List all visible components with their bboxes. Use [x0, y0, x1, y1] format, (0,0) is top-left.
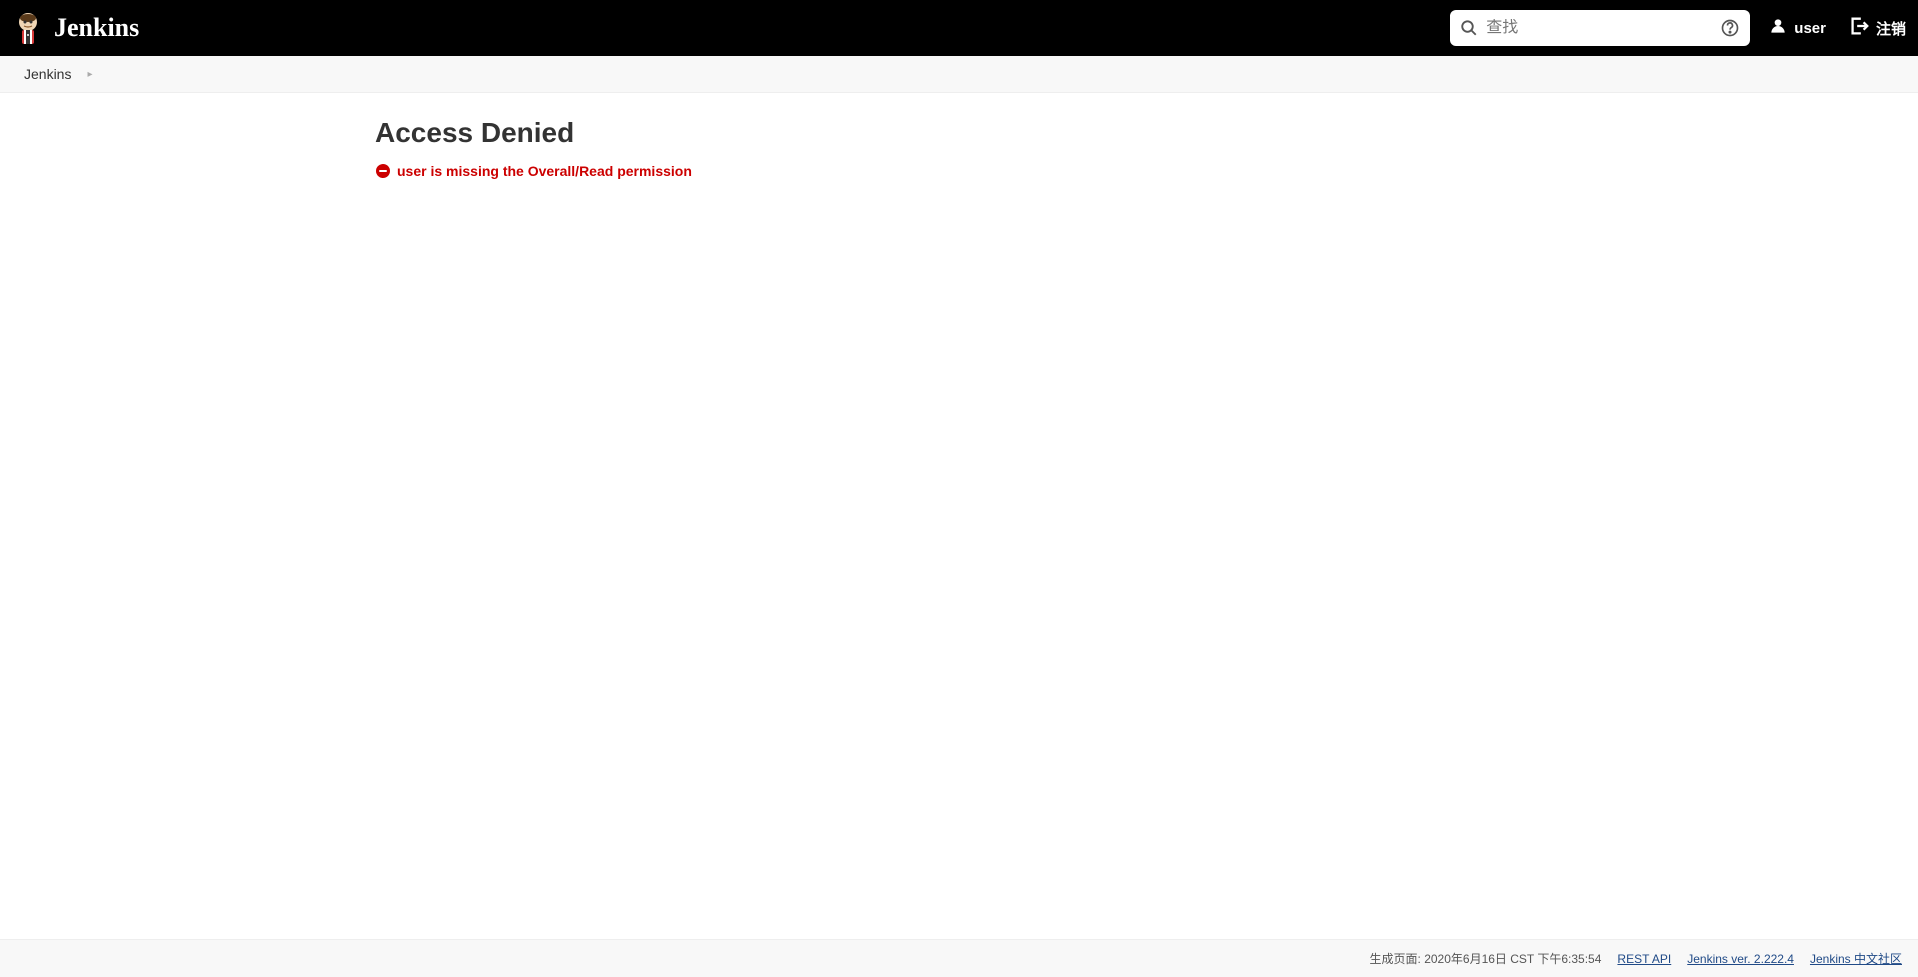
footer-version-link[interactable]: Jenkins ver. 2.222.4	[1687, 952, 1794, 966]
help-icon[interactable]	[1720, 18, 1740, 38]
page-title: Access Denied	[375, 117, 1275, 149]
error-message: user is missing the Overall/Read permiss…	[375, 163, 1275, 179]
search-icon	[1460, 19, 1478, 37]
footer-community-link[interactable]: Jenkins 中文社区	[1810, 950, 1902, 967]
error-text: user is missing the Overall/Read permiss…	[397, 163, 692, 179]
header: Jenkins user	[0, 0, 1918, 56]
logout-link[interactable]: 注销	[1848, 15, 1906, 41]
logout-icon	[1848, 15, 1870, 41]
jenkins-logo[interactable]: Jenkins	[12, 10, 139, 46]
jenkins-mascot-icon	[12, 10, 44, 46]
footer-generation: 生成页面: 2020年6月16日 CST 下午6:35:54	[1370, 950, 1602, 967]
error-icon	[375, 163, 391, 179]
chevron-right-icon: ▸	[87, 69, 92, 80]
search-input[interactable]	[1486, 19, 1720, 37]
breadcrumb-item-jenkins[interactable]: Jenkins	[24, 66, 71, 82]
logout-label: 注销	[1876, 18, 1906, 39]
footer: 生成页面: 2020年6月16日 CST 下午6:35:54 REST API …	[0, 939, 1918, 977]
footer-rest-api-link[interactable]: REST API	[1617, 952, 1671, 966]
breadcrumb: Jenkins ▸	[0, 56, 1918, 93]
user-link[interactable]: user	[1768, 16, 1826, 40]
search-box[interactable]	[1450, 10, 1750, 46]
user-label: user	[1794, 20, 1826, 37]
user-icon	[1768, 16, 1788, 40]
main-content: Access Denied user is missing the Overal…	[0, 93, 1918, 939]
logo-text: Jenkins	[54, 13, 139, 43]
